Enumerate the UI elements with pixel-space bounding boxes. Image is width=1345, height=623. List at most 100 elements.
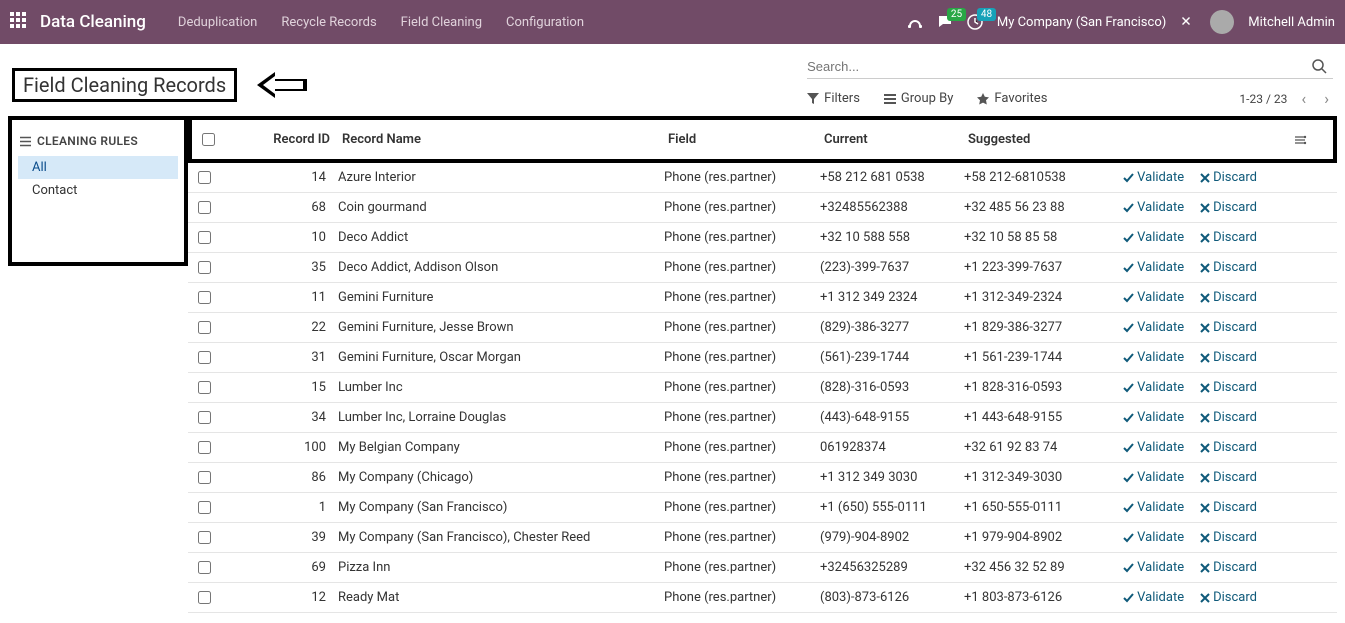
search-input[interactable] <box>807 59 1305 74</box>
user-name[interactable]: Mitchell Admin <box>1248 15 1335 30</box>
validate-button[interactable]: Validate <box>1123 410 1184 425</box>
validate-button[interactable]: Validate <box>1123 230 1184 245</box>
pager-prev-icon[interactable]: ‹ <box>1297 89 1310 108</box>
validate-button[interactable]: Validate <box>1123 590 1184 605</box>
validate-button[interactable]: Validate <box>1123 530 1184 545</box>
table-row[interactable]: 35Deco Addict, Addison OlsonPhone (res.p… <box>188 253 1337 283</box>
pager-next-icon[interactable]: › <box>1320 89 1333 108</box>
validate-button[interactable]: Validate <box>1123 380 1184 395</box>
pager-text[interactable]: 1-23 / 23 <box>1239 92 1287 106</box>
filters-button[interactable]: Filters <box>807 91 860 106</box>
row-checkbox[interactable] <box>198 501 211 514</box>
validate-button[interactable]: Validate <box>1123 290 1184 305</box>
sidebar-item-contact[interactable]: Contact <box>18 179 178 202</box>
validate-button[interactable]: Validate <box>1123 560 1184 575</box>
validate-button[interactable]: Validate <box>1123 470 1184 485</box>
validate-button[interactable]: Validate <box>1123 350 1184 365</box>
row-checkbox[interactable] <box>198 531 211 544</box>
table-row[interactable]: 69Pizza InnPhone (res.partner)+324563252… <box>188 553 1337 583</box>
discard-button[interactable]: Discard <box>1200 260 1257 275</box>
sidebar-item-all[interactable]: All <box>18 156 178 179</box>
th-suggested[interactable]: Suggested <box>968 132 1116 147</box>
groupby-button[interactable]: Group By <box>884 91 954 106</box>
cell-record-name: My Company (Chicago) <box>338 470 664 485</box>
th-record-id[interactable]: Record ID <box>232 132 342 147</box>
validate-button[interactable]: Validate <box>1123 500 1184 515</box>
cell-record-id: 14 <box>228 170 338 185</box>
cell-record-id: 68 <box>228 200 338 215</box>
table-row[interactable]: 11Gemini FurniturePhone (res.partner)+1 … <box>188 283 1337 313</box>
discard-button[interactable]: Discard <box>1200 170 1257 185</box>
messages-icon[interactable]: 25 <box>937 14 953 30</box>
messages-badge: 25 <box>947 8 966 21</box>
nav-field-cleaning[interactable]: Field Cleaning <box>389 15 494 30</box>
row-checkbox[interactable] <box>198 441 211 454</box>
row-checkbox[interactable] <box>198 591 211 604</box>
discard-button[interactable]: Discard <box>1200 530 1257 545</box>
discard-button[interactable]: Discard <box>1200 410 1257 425</box>
favorites-button[interactable]: Favorites <box>977 91 1047 106</box>
nav-configuration[interactable]: Configuration <box>494 15 596 30</box>
row-checkbox[interactable] <box>198 201 211 214</box>
row-checkbox[interactable] <box>198 291 211 304</box>
cell-current: (561)-239-1744 <box>820 350 964 365</box>
company-switcher[interactable]: My Company (San Francisco) <box>997 15 1166 30</box>
validate-button[interactable]: Validate <box>1123 200 1184 215</box>
table-row[interactable]: 22Gemini Furniture, Jesse BrownPhone (re… <box>188 313 1337 343</box>
discard-button[interactable]: Discard <box>1200 350 1257 365</box>
discard-button[interactable]: Discard <box>1200 590 1257 605</box>
row-checkbox[interactable] <box>198 561 211 574</box>
table-row[interactable]: 15Lumber IncPhone (res.partner)(828)-316… <box>188 373 1337 403</box>
table-row[interactable]: 1My Company (San Francisco)Phone (res.pa… <box>188 493 1337 523</box>
select-all-checkbox[interactable] <box>202 133 215 146</box>
row-checkbox[interactable] <box>198 381 211 394</box>
nav-recycle-records[interactable]: Recycle Records <box>269 15 388 30</box>
debug-icon[interactable] <box>1180 14 1196 30</box>
validate-button[interactable]: Validate <box>1123 440 1184 455</box>
discard-button[interactable]: Discard <box>1200 380 1257 395</box>
cell-field: Phone (res.partner) <box>664 350 820 365</box>
discard-button[interactable]: Discard <box>1200 320 1257 335</box>
discard-button[interactable]: Discard <box>1200 200 1257 215</box>
th-record-name[interactable]: Record Name <box>342 132 668 147</box>
row-checkbox[interactable] <box>198 351 211 364</box>
search-icon[interactable] <box>1305 58 1333 74</box>
cell-suggested: +1 312-349-3030 <box>964 470 1112 485</box>
row-checkbox[interactable] <box>198 411 211 424</box>
row-checkbox[interactable] <box>198 321 211 334</box>
th-field[interactable]: Field <box>668 132 824 147</box>
apps-icon[interactable] <box>10 12 30 32</box>
brand-title[interactable]: Data Cleaning <box>40 12 146 32</box>
activities-icon[interactable]: 48 <box>967 14 983 30</box>
table-row[interactable]: 39My Company (San Francisco), Chester Re… <box>188 523 1337 553</box>
optional-columns-icon[interactable] <box>1293 133 1323 147</box>
validate-button[interactable]: Validate <box>1123 170 1184 185</box>
table-row[interactable]: 12Ready MatPhone (res.partner)(803)-873-… <box>188 583 1337 613</box>
discard-button[interactable]: Discard <box>1200 500 1257 515</box>
row-checkbox[interactable] <box>198 231 211 244</box>
row-checkbox[interactable] <box>198 171 211 184</box>
table-row[interactable]: 100My Belgian CompanyPhone (res.partner)… <box>188 433 1337 463</box>
discard-button[interactable]: Discard <box>1200 440 1257 455</box>
table-row[interactable]: 68Coin gourmandPhone (res.partner)+32485… <box>188 193 1337 223</box>
cell-suggested: +32 456 32 52 89 <box>964 560 1112 575</box>
support-icon[interactable] <box>907 14 923 30</box>
validate-button[interactable]: Validate <box>1123 320 1184 335</box>
avatar[interactable] <box>1210 10 1234 34</box>
cell-suggested: +1 829-386-3277 <box>964 320 1112 335</box>
discard-button[interactable]: Discard <box>1200 560 1257 575</box>
row-checkbox[interactable] <box>198 261 211 274</box>
table-row[interactable]: 86My Company (Chicago)Phone (res.partner… <box>188 463 1337 493</box>
table-row[interactable]: 14Azure InteriorPhone (res.partner)+58 2… <box>188 163 1337 193</box>
row-checkbox[interactable] <box>198 471 211 484</box>
discard-button[interactable]: Discard <box>1200 230 1257 245</box>
discard-button[interactable]: Discard <box>1200 290 1257 305</box>
th-current[interactable]: Current <box>824 132 968 147</box>
table-row[interactable]: 10Deco AddictPhone (res.partner)+32 10 5… <box>188 223 1337 253</box>
cell-record-id: 35 <box>228 260 338 275</box>
discard-button[interactable]: Discard <box>1200 470 1257 485</box>
nav-deduplication[interactable]: Deduplication <box>166 15 269 30</box>
table-row[interactable]: 31Gemini Furniture, Oscar MorganPhone (r… <box>188 343 1337 373</box>
validate-button[interactable]: Validate <box>1123 260 1184 275</box>
table-row[interactable]: 34Lumber Inc, Lorraine DouglasPhone (res… <box>188 403 1337 433</box>
